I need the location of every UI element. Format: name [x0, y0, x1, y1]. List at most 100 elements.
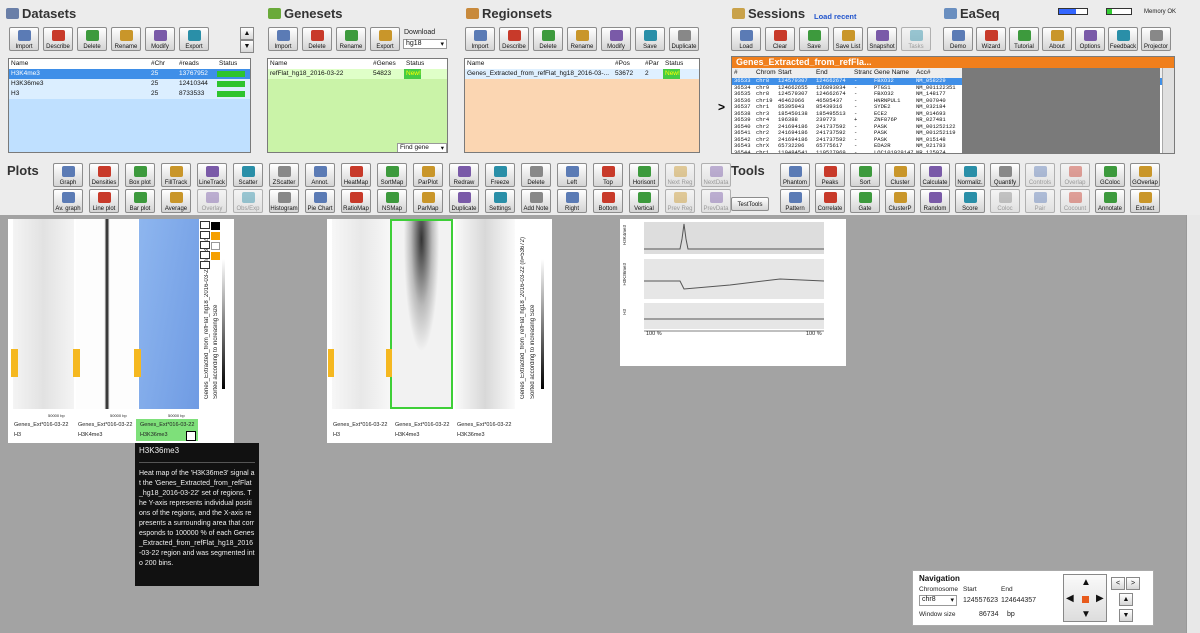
regionset-row[interactable]: Genes_Extracted_from_refFlat_hg18_2016-0… — [465, 69, 699, 79]
modify-button[interactable]: Modify — [145, 27, 175, 51]
zscatter-button[interactable]: ZScatter — [269, 163, 299, 187]
export-button[interactable]: Export — [370, 27, 400, 51]
save-list-button[interactable]: Save List — [833, 27, 863, 51]
parplot-button[interactable]: ParPlot — [413, 163, 443, 187]
clusterp-button[interactable]: ClusterP — [885, 189, 915, 213]
overlap-button[interactable]: Overlap — [1060, 163, 1090, 187]
arrow-up-icon[interactable]: ▲ — [1081, 577, 1091, 588]
column-header[interactable]: Start — [776, 68, 814, 78]
rename-button[interactable]: Rename — [567, 27, 597, 51]
import-button[interactable]: Import — [268, 27, 298, 51]
copy-icon[interactable] — [200, 241, 210, 249]
calculate-button[interactable]: Calculate — [920, 163, 950, 187]
geneset-row[interactable]: refFlat_hg18_2016-03-22 54823 New! — [268, 69, 447, 79]
window-size-value[interactable]: 86734 — [979, 611, 998, 618]
heatmap-h3[interactable] — [332, 219, 390, 409]
annotate-button[interactable]: Annotate — [1095, 189, 1125, 213]
vertical-button[interactable]: Vertical — [629, 189, 659, 213]
obs-exp-button[interactable]: Obs/Exp — [233, 189, 263, 213]
heatmap-group-2[interactable]: Genes_Extracted_from_refFlat_hg18_2016-0… — [327, 219, 552, 443]
save-button[interactable]: Save — [799, 27, 829, 51]
bottom-button[interactable]: Bottom — [593, 189, 623, 213]
sortmap-button[interactable]: SortMap — [377, 163, 407, 187]
chromosome-select[interactable]: chr8 ▾ — [919, 595, 957, 606]
arrow-right-icon[interactable]: ▶ — [1096, 593, 1104, 604]
column-header[interactable]: Acc# — [914, 68, 956, 78]
quantify-button[interactable]: Quantify — [990, 163, 1020, 187]
peaks-button[interactable]: Peaks — [815, 163, 845, 187]
settings-icon[interactable] — [200, 231, 210, 239]
average-plot[interactable]: H3K4me3 H3K36me3 H3 100 % 100 % — [620, 219, 846, 366]
annot-button[interactable]: Annot. — [305, 163, 335, 187]
heatmap-h3[interactable] — [13, 219, 74, 409]
column-header[interactable]: Gene Name — [872, 68, 914, 78]
graph-button[interactable]: Graph — [53, 163, 83, 187]
dataset-row[interactable]: H3K36me3 25 12410344 — [9, 79, 250, 89]
overlay-button[interactable]: Overlay — [197, 189, 227, 213]
av-graph-button[interactable]: Av. graph — [53, 189, 83, 213]
region-table[interactable]: Genes_Extracted_from_refFla... #ChromoSt… — [731, 56, 1175, 154]
delete-button[interactable]: Delete — [302, 27, 332, 51]
left-button[interactable]: Left — [557, 163, 587, 187]
prev-reg-button[interactable]: Prev Reg — [665, 189, 695, 213]
heatmap-h3k36me3[interactable] — [139, 219, 199, 409]
top-button[interactable]: Top — [593, 163, 623, 187]
freeze-button[interactable]: Freeze — [485, 163, 515, 187]
normaliz-button[interactable]: Normaliz. — [955, 163, 985, 187]
delete-button[interactable]: Delete — [533, 27, 563, 51]
clear-button[interactable]: Clear — [765, 27, 795, 51]
feedback-button[interactable]: Feedback — [1108, 27, 1138, 51]
column-header[interactable]: Strand — [852, 68, 872, 78]
workspace-scrollbar[interactable] — [1186, 215, 1200, 633]
phantom-button[interactable]: Phantom — [780, 163, 810, 187]
line-plot-button[interactable]: Line plot — [89, 189, 119, 213]
arrow-left-icon[interactable]: ◀ — [1066, 593, 1074, 604]
scroll-down-icon[interactable]: ▼ — [240, 40, 254, 53]
color-swatch-orange[interactable] — [211, 252, 220, 260]
score-button[interactable]: Score — [955, 189, 985, 213]
dataset-row[interactable]: H3 25 8733533 — [9, 89, 250, 99]
describe-button[interactable]: Describe — [43, 27, 73, 51]
dataset-row[interactable]: H3K4me3 25 13767952 — [9, 69, 250, 79]
test-tools-button[interactable]: TestTools — [731, 197, 769, 211]
scrollbar[interactable] — [1162, 68, 1174, 153]
save-button[interactable]: Save — [635, 27, 665, 51]
parmap-button[interactable]: ParMap — [413, 189, 443, 213]
genome-select[interactable]: hg18 ▾ — [403, 39, 447, 49]
next-reg-button[interactable]: Next Reg — [665, 163, 695, 187]
start-value[interactable]: 124557623 — [963, 597, 998, 604]
controls-button[interactable]: Controls — [1025, 163, 1055, 187]
densities-button[interactable]: Densities — [89, 163, 119, 187]
delete-button[interactable]: Delete — [521, 163, 551, 187]
settings-button[interactable]: Settings — [485, 189, 515, 213]
zoom-in-icon[interactable]: ▲ — [1119, 593, 1133, 606]
duplicate-button[interactable]: Duplicate — [669, 27, 699, 51]
ratiomap-button[interactable]: RatioMap — [341, 189, 371, 213]
find-gene-select[interactable]: Find gene ▾ — [397, 143, 447, 152]
random-button[interactable]: Random — [920, 189, 950, 213]
redraw-button[interactable]: Redraw — [449, 163, 479, 187]
heatmap-h3k4me3[interactable] — [390, 219, 453, 409]
nsmap-button[interactable]: NSMap — [377, 189, 407, 213]
zoom-out-icon[interactable]: ▼ — [1119, 609, 1133, 622]
column-header[interactable]: # — [732, 68, 754, 78]
heatmap-h3k36me3[interactable] — [455, 219, 515, 409]
rename-button[interactable]: Rename — [111, 27, 141, 51]
heatmap-group-1[interactable]: Genes_Extracted_from_refFlat_hg18_2016-0… — [8, 219, 234, 443]
import-button[interactable]: Import — [465, 27, 495, 51]
column-header[interactable]: End — [814, 68, 852, 78]
projector-button[interactable]: Projector — [1141, 27, 1171, 51]
expand-icon[interactable] — [186, 431, 196, 441]
histogram-button[interactable]: Histogram — [269, 189, 299, 213]
wizard-button[interactable]: Wizard — [976, 27, 1006, 51]
modify-button[interactable]: Modify — [601, 27, 631, 51]
pan-control[interactable]: ▲ ▼ ◀ ▶ — [1063, 574, 1107, 622]
snapshot-button[interactable]: Snapshot — [867, 27, 897, 51]
about-button[interactable]: About — [1042, 27, 1072, 51]
expand-arrow[interactable]: > — [718, 100, 725, 114]
import-button[interactable]: Import — [9, 27, 39, 51]
heatmap-button[interactable]: HeatMap — [341, 163, 371, 187]
heatmap-h3k4me3[interactable] — [76, 219, 138, 409]
scroll-up-icon[interactable]: ▲ — [240, 27, 254, 40]
sort-icon[interactable] — [200, 251, 210, 259]
